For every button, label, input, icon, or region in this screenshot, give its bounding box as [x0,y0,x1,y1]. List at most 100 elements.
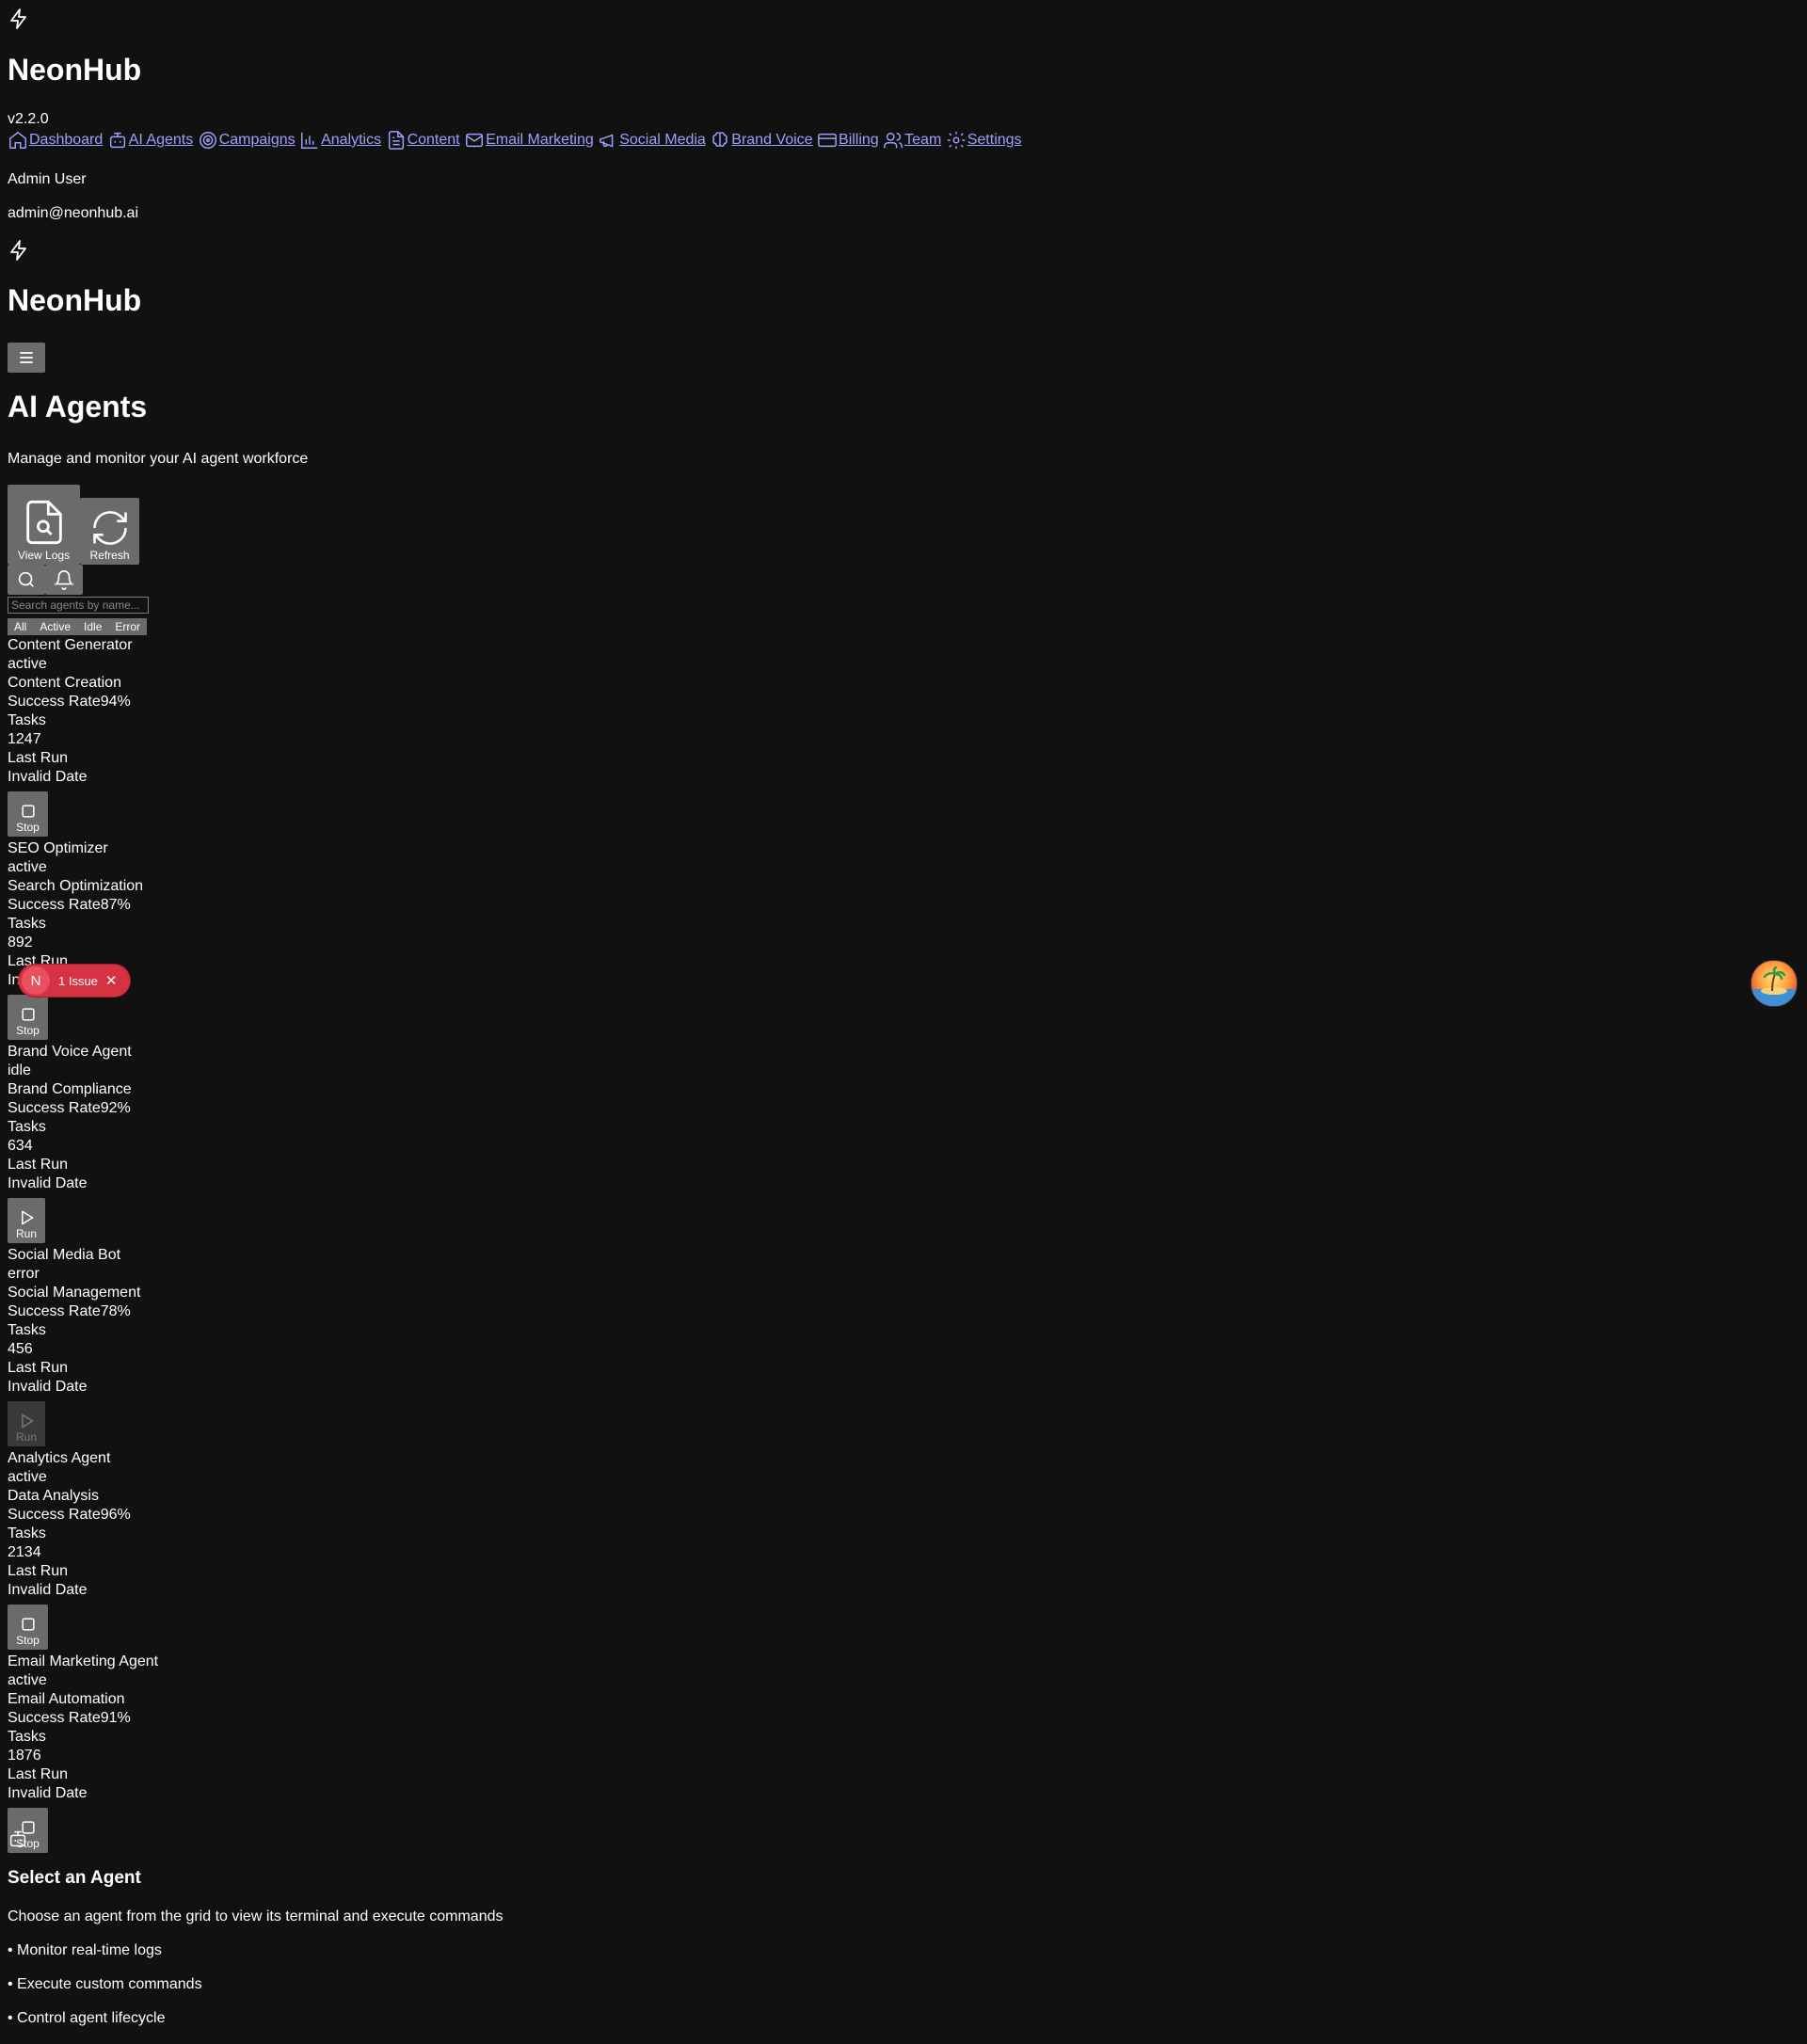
agent-name: Analytics Agent [8,1450,111,1466]
issue-avatar: N [22,966,50,995]
bot-icon [8,1828,28,1849]
stop-icon [19,1005,38,1024]
filter-idle[interactable]: Idle [77,618,109,635]
last-run-value: Invalid Date [8,1582,88,1598]
filter-active[interactable]: Active [33,618,78,635]
play-icon [17,1208,36,1227]
success-rate-label: Success Rate [8,1710,101,1726]
agent-status: active [8,656,47,672]
view-logs-button[interactable]: View Logs [8,485,80,565]
tasks-label: Tasks [8,1525,46,1541]
nav-item-analytics[interactable]: Analytics [299,130,381,151]
agent-type: Content Creation [8,675,121,691]
status-filters: All Active Idle Error [8,618,148,635]
last-run-value: Invalid Date [8,769,88,785]
agent-name: Social Media Bot [8,1247,121,1263]
tasks-value: 456 [8,1341,33,1357]
zap-icon [8,8,30,30]
header-brand-title: NeonHub [8,283,142,317]
play-icon [17,1412,36,1430]
file-search-icon [20,496,69,549]
run-button[interactable]: Run [8,1401,45,1446]
agent-type: Social Management [8,1285,141,1301]
stop-icon [19,1615,38,1634]
mail-icon [464,130,485,151]
agent-name: SEO Optimizer [8,840,108,856]
credit-card-icon [817,130,838,151]
agent-type: Email Automation [8,1691,125,1707]
tasks-label: Tasks [8,916,46,932]
stop-button[interactable]: Stop [8,1605,48,1650]
nav-item-billing[interactable]: Billing [817,130,879,151]
stop-button[interactable]: Stop [8,995,48,1040]
filter-all[interactable]: All [8,618,34,635]
close-icon[interactable]: ✕ [105,972,118,989]
tasks-label: Tasks [8,1119,46,1135]
last-run-label: Last Run [8,1766,69,1782]
agent-card[interactable]: Email Marketing Agent active Email Autom… [8,1653,384,1853]
megaphone-icon [598,130,618,151]
last-run-label: Last Run [8,1563,69,1579]
nav-item-settings[interactable]: Settings [946,130,1022,151]
agent-type: Brand Compliance [8,1081,132,1097]
menu-button[interactable] [8,343,45,373]
search-icon [16,569,37,590]
agent-card[interactable]: Analytics Agent active Data Analysis Suc… [8,1449,384,1650]
brain-icon [710,130,730,151]
nav-item-team[interactable]: Team [883,130,941,151]
page-title: AI Agents [8,390,148,423]
tasks-value: 634 [8,1138,33,1154]
agent-name: Email Marketing Agent [8,1653,159,1669]
last-run-label: Last Run [8,1157,69,1173]
success-rate-value: 78% [100,1303,131,1319]
agent-card[interactable]: SEO Optimizer active Search Optimization… [8,839,384,1040]
issues-badge[interactable]: N 1 Issue ✕ [19,965,130,997]
success-rate-value: 91% [100,1710,131,1726]
success-rate-label: Success Rate [8,1100,101,1116]
search-input[interactable] [8,597,149,614]
nav-item-campaigns[interactable]: Campaigns [198,130,296,151]
last-run-label: Last Run [8,750,69,766]
bell-icon [54,569,74,590]
success-rate-label: Success Rate [8,1303,101,1319]
refresh-button[interactable]: Refresh [80,498,139,565]
nav-item-dashboard[interactable]: Dashboard [8,130,103,151]
nav-item-brand-voice[interactable]: Brand Voice [710,130,813,151]
agent-card[interactable]: Social Media Bot error Social Management… [8,1246,384,1446]
agent-status: active [8,859,47,875]
success-rate-value: 94% [100,694,131,710]
tasks-label: Tasks [8,712,46,728]
empty-state-bullet: • Execute custom commands [8,1976,202,1992]
success-rate-label: Success Rate [8,1507,101,1523]
search-button[interactable] [8,565,45,595]
target-icon [198,130,218,151]
agent-name: Content Generator [8,637,133,653]
agent-card[interactable]: Brand Voice Agent idle Brand Compliance … [8,1043,384,1243]
nav-item-social-media[interactable]: Social Media [598,130,706,151]
nav-item-email-marketing[interactable]: Email Marketing [464,130,594,151]
file-text-icon [386,130,407,151]
tasks-label: Tasks [8,1729,46,1745]
avatar[interactable] [1751,960,1798,1007]
success-rate-value: 87% [100,897,131,913]
sidebar-brand-title: NeonHub [8,53,142,87]
agent-card[interactable]: Content Generator active Content Creatio… [8,636,384,837]
last-run-label: Last Run [8,1360,69,1376]
success-rate-value: 92% [100,1100,131,1116]
run-button[interactable]: Run [8,1198,45,1243]
success-rate-value: 96% [100,1507,131,1523]
users-icon [883,130,904,151]
nav-item-ai-agents[interactable]: AI Agents [107,130,193,151]
stop-button[interactable]: Stop [8,791,48,837]
refresh-icon [89,507,131,549]
notifications-button[interactable] [45,565,83,595]
agent-status: idle [8,1062,31,1078]
last-run-value: Invalid Date [8,1785,88,1801]
tasks-value: 2134 [8,1544,41,1560]
empty-state-bullet: • Control agent lifecycle [8,2010,166,2026]
bar-chart-icon [299,130,320,151]
filter-error[interactable]: Error [108,618,148,635]
bot-icon [107,130,128,151]
nav-item-content[interactable]: Content [386,130,460,151]
tasks-value: 892 [8,934,33,950]
